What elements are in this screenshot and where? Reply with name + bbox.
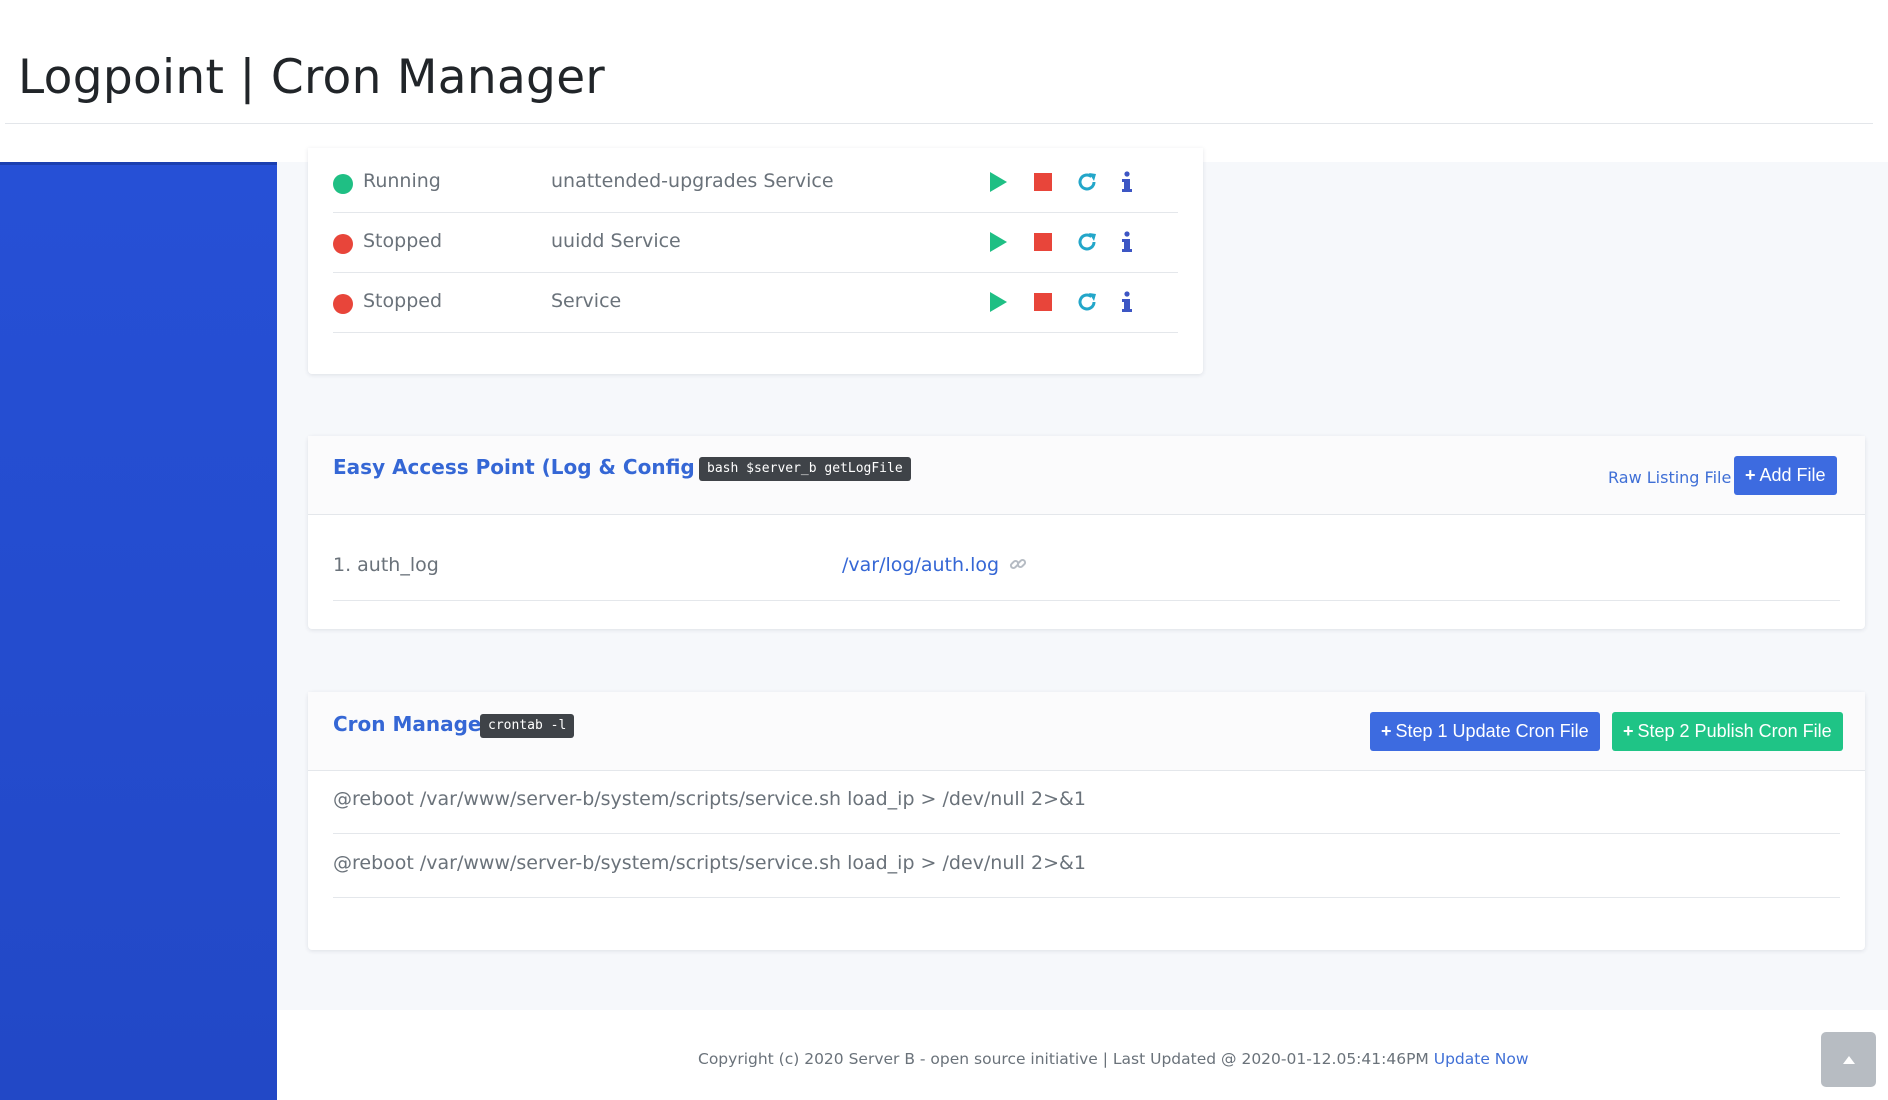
restart-icon[interactable] bbox=[1072, 287, 1102, 317]
service-name: uuidd Service bbox=[551, 230, 681, 252]
file-path: /var/log/auth.log bbox=[842, 554, 1000, 576]
cron-entry: @reboot /var/www/server-b/system/scripts… bbox=[333, 852, 1086, 874]
raw-listing-link[interactable]: Raw Listing File bbox=[1608, 468, 1731, 487]
cron-manager-title: Cron Manager bbox=[333, 712, 492, 736]
play-icon[interactable] bbox=[983, 227, 1013, 257]
info-icon[interactable] bbox=[1112, 227, 1142, 257]
service-name: unattended-upgrades Service bbox=[551, 170, 834, 192]
status-stopped-indicator bbox=[333, 294, 353, 314]
stop-icon[interactable] bbox=[1028, 227, 1058, 257]
easy-access-card: Easy Access Point (Log & Config File) ba… bbox=[308, 436, 1865, 629]
update-now-link[interactable]: Update Now bbox=[1434, 1050, 1529, 1068]
add-file-label: Add File bbox=[1759, 465, 1826, 485]
update-cron-label: Step 1 Update Cron File bbox=[1395, 721, 1589, 741]
chevron-up-icon bbox=[1842, 1050, 1856, 1069]
copyright-text: Copyright (c) 2020 Server B - open sourc… bbox=[698, 1050, 1429, 1068]
page-header: Logpoint | Cron Manager bbox=[0, 0, 1888, 162]
restart-icon[interactable] bbox=[1072, 227, 1102, 257]
sidebar-top-border bbox=[0, 162, 277, 165]
play-icon[interactable] bbox=[983, 167, 1013, 197]
status-stopped-indicator bbox=[333, 234, 353, 254]
command-badge: crontab -l bbox=[480, 714, 575, 738]
easy-access-title: Easy Access Point (Log & Config File) bbox=[333, 455, 752, 479]
add-file-button[interactable]: + Add File bbox=[1734, 456, 1837, 495]
info-icon[interactable] bbox=[1112, 287, 1142, 317]
service-row: Running unattended-upgrades Service bbox=[333, 152, 1178, 213]
restart-icon[interactable] bbox=[1072, 167, 1102, 197]
file-name: 1. auth_log bbox=[333, 554, 439, 576]
service-status: Stopped bbox=[363, 230, 443, 252]
cron-manager-header: Cron Manager crontab -l + Step 1 Update C… bbox=[308, 692, 1865, 771]
stop-icon[interactable] bbox=[1028, 167, 1058, 197]
stop-icon[interactable] bbox=[1028, 287, 1058, 317]
play-icon[interactable] bbox=[983, 287, 1013, 317]
info-icon[interactable] bbox=[1112, 167, 1142, 197]
service-row: Stopped Service bbox=[333, 272, 1178, 333]
header-divider bbox=[5, 123, 1873, 124]
publish-cron-label: Step 2 Publish Cron File bbox=[1637, 721, 1832, 741]
cron-manager-card: Cron Manager crontab -l + Step 1 Update C… bbox=[308, 692, 1865, 950]
page-title: Logpoint | Cron Manager bbox=[18, 50, 606, 105]
cron-entry-row: @reboot /var/www/server-b/system/scripts… bbox=[333, 770, 1840, 834]
plus-icon: + bbox=[1745, 465, 1756, 485]
service-name: Service bbox=[551, 290, 622, 312]
file-row: 1. auth_log /var/log/auth.log bbox=[333, 534, 1840, 601]
footer-text: Copyright (c) 2020 Server B - open sourc… bbox=[698, 1050, 1529, 1068]
publish-cron-button[interactable]: + Step 2 Publish Cron File bbox=[1612, 712, 1843, 751]
link-icon bbox=[1009, 555, 1027, 578]
plus-icon: + bbox=[1381, 721, 1392, 741]
service-status: Stopped bbox=[363, 290, 443, 312]
cron-entry-row: @reboot /var/www/server-b/system/scripts… bbox=[333, 834, 1840, 898]
service-row: Stopped uuidd Service bbox=[333, 212, 1178, 273]
plus-icon: + bbox=[1623, 721, 1634, 741]
easy-access-header: Easy Access Point (Log & Config File) ba… bbox=[308, 436, 1865, 515]
command-badge: bash $server_b getLogFile bbox=[699, 457, 911, 481]
sidebar bbox=[0, 162, 277, 1100]
update-cron-button[interactable]: + Step 1 Update Cron File bbox=[1370, 712, 1600, 751]
scroll-to-top-button[interactable] bbox=[1821, 1032, 1876, 1087]
cron-entry: @reboot /var/www/server-b/system/scripts… bbox=[333, 788, 1086, 810]
file-path-link[interactable]: /var/log/auth.log bbox=[842, 554, 1027, 578]
service-status: Running bbox=[363, 170, 441, 192]
footer: Copyright (c) 2020 Server B - open sourc… bbox=[277, 1010, 1888, 1100]
status-running-indicator bbox=[333, 174, 353, 194]
